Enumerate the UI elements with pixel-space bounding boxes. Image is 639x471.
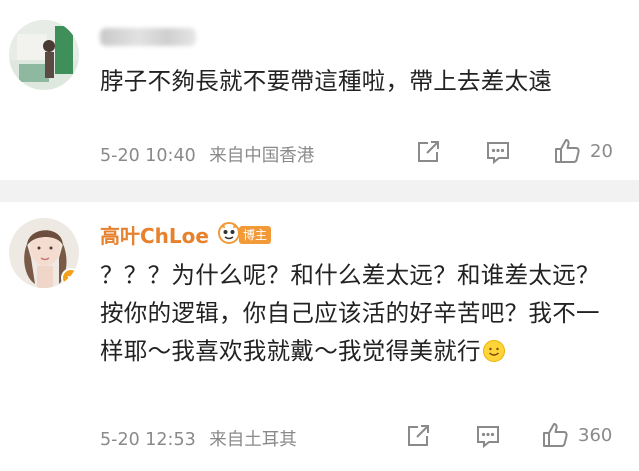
username-row: 高叶ChLoe 博主 — [100, 220, 271, 249]
comment-location: 来自中国香港 — [209, 146, 315, 166]
blogger-badge: 博主 — [217, 221, 271, 249]
comment-bubble-icon — [474, 422, 502, 450]
reply-button[interactable] — [474, 422, 502, 450]
thumbs-up-icon — [552, 136, 582, 166]
comment-item: 脖子不夠長就不要帶這種啦，帶上去差太遠 5-20 10:40 来自中国香港 20 — [0, 0, 639, 180]
like-count: 360 — [578, 424, 613, 446]
comment-time: 5-20 10:40 — [100, 146, 196, 166]
like-count: 20 — [590, 140, 613, 162]
reply-button[interactable] — [484, 138, 512, 166]
comment-divider — [0, 180, 639, 202]
comment-meta: 5-20 10:40 来自中国香港 — [100, 142, 314, 167]
share-icon — [404, 422, 432, 450]
comment-meta: 5-20 12:53 来自土耳其 — [100, 426, 297, 451]
comment-time: 5-20 12:53 — [100, 430, 196, 450]
username-redacted[interactable] — [100, 28, 196, 46]
like-button[interactable]: 360 — [540, 420, 612, 450]
comment-text: ？？？为什么呢？和什么差太远？和谁差太远？按你的逻辑，你自己应该活的好辛苦吧？我… — [100, 256, 620, 370]
avatar[interactable] — [9, 20, 79, 90]
comment-item: v 高叶ChLoe 博主 ？？？为什么呢？和什么差太远？和谁差太远？按你的逻辑，… — [0, 202, 639, 471]
verified-icon: v — [61, 268, 79, 288]
smile-emoji-icon — [482, 340, 505, 362]
comment-bubble-icon — [484, 138, 512, 166]
thumbs-up-icon — [540, 420, 570, 450]
comment-text-content: ？？？为什么呢？和什么差太远？和谁差太远？按你的逻辑，你自己应该活的好辛苦吧？我… — [100, 261, 600, 365]
share-icon — [414, 138, 442, 166]
comment-location: 来自土耳其 — [209, 430, 297, 450]
like-button[interactable]: 20 — [552, 136, 613, 166]
comment-text: 脖子不夠長就不要帶這種啦，帶上去差太遠 — [100, 67, 553, 95]
share-button[interactable] — [404, 422, 432, 450]
badge-label: 博主 — [238, 225, 271, 244]
username[interactable]: 高叶ChLoe — [100, 220, 209, 249]
avatar[interactable]: v — [9, 218, 79, 288]
share-button[interactable] — [414, 138, 442, 166]
